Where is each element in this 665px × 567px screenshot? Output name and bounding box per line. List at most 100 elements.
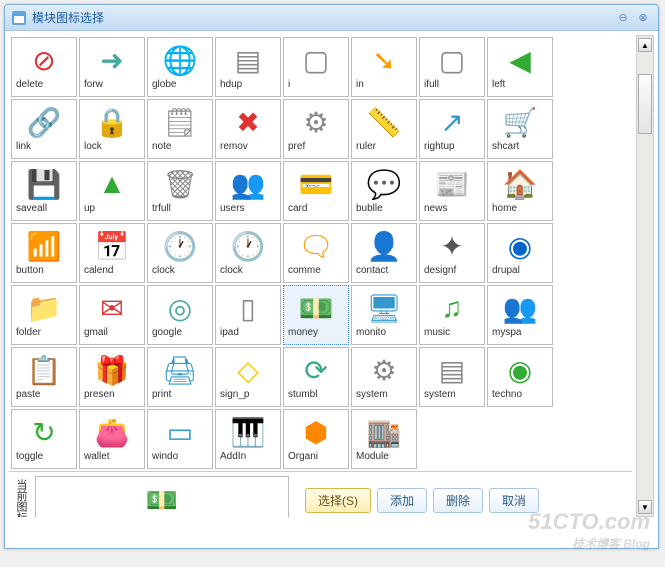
icon-cell-link[interactable]: 🔗link [11,99,77,159]
icon-label: system [352,389,416,400]
icon-cell-calend[interactable]: 📅calend [79,223,145,283]
icon-label: stumbl [284,389,348,400]
icon-cell-forw[interactable]: ➜forw [79,37,145,97]
icon-cell-news[interactable]: 📰news [419,161,485,221]
icon-cell-gmail[interactable]: ✉gmail [79,285,145,345]
icon-label: calend [80,265,144,276]
icon-cell-system[interactable]: ▤system [419,347,485,407]
icon-cell-up[interactable]: ▲up [79,161,145,221]
note-icon: 🗒 [162,104,198,140]
icon-label: toggle [12,451,76,462]
left-icon: ◀ [502,42,538,78]
icon-label: system [420,389,484,400]
icon-label: clock [148,265,212,276]
users-icon: 👥 [230,166,266,202]
scroll-down-button[interactable]: ▼ [638,500,652,514]
icon-cell-clock[interactable]: 🕐clock [215,223,281,283]
icon-grid: ⊘delete➜forw🌐globe▤hdup▢i➘in▢ifull◀left🔗… [9,35,632,471]
icon-label: remov [216,141,280,152]
monitor-icon: 🖥 [366,290,402,326]
window-title: 模块图标选择 [32,9,612,26]
icon-label: print [148,389,212,400]
icon-cell-windo[interactable]: ▭windo [147,409,213,469]
icon-cell-globe[interactable]: 🌐globe [147,37,213,97]
icon-cell-print[interactable]: 🖨print [147,347,213,407]
icon-cell-wallet[interactable]: 👛wallet [79,409,145,469]
add-button[interactable]: 添加 [377,488,427,513]
icon-cell-techno[interactable]: ◉techno [487,347,553,407]
icon-cell-saveall[interactable]: 💾saveall [11,161,77,221]
delete-icon: ⊘ [26,42,62,78]
system-icon: ⚙ [366,352,402,388]
rightup-icon: ↗ [434,104,470,140]
icon-cell-AddIn[interactable]: 🎹AddIn [215,409,281,469]
saveall-icon: 💾 [26,166,62,202]
icon-cell-i[interactable]: ▢i [283,37,349,97]
icon-label: monito [352,327,416,338]
icon-cell-delete[interactable]: ⊘delete [11,37,77,97]
icon-cell-clock[interactable]: 🕐clock [147,223,213,283]
icon-cell-drupal[interactable]: ◉drupal [487,223,553,283]
scroll-handle[interactable] [638,74,652,134]
techno-icon: ◉ [502,352,538,388]
icon-cell-Module[interactable]: 🏬Module [351,409,417,469]
icon-cell-ifull[interactable]: ▢ifull [419,37,485,97]
icon-cell-comme[interactable]: 🗨comme [283,223,349,283]
icon-label: ifull [420,79,484,90]
icon-cell-note[interactable]: 🗒note [147,99,213,159]
cancel-button[interactable]: 取消 [489,488,539,513]
icon-cell-shcart[interactable]: 🛒shcart [487,99,553,159]
icon-label: designf [420,265,484,276]
icon-cell-designf[interactable]: ✦designf [419,223,485,283]
close-button[interactable]: ⊗ [634,10,652,26]
icon-label: gmail [80,327,144,338]
comment-icon: 🗨 [298,228,334,264]
icon-cell-toggle[interactable]: ↻toggle [11,409,77,469]
wallet-icon: 👛 [94,414,130,450]
icon-label: globe [148,79,212,90]
icon-cell-folder[interactable]: 📁folder [11,285,77,345]
icon-cell-lock[interactable]: 🔒lock [79,99,145,159]
icon-cell-contact[interactable]: 👤contact [351,223,417,283]
icon-cell-Organi[interactable]: ⬢Organi [283,409,349,469]
select-button[interactable]: 选择(S) [305,488,371,513]
drupal-icon: ◉ [502,228,538,264]
scroll-up-button[interactable]: ▲ [638,38,652,52]
icon-cell-ipad[interactable]: ▯ipad [215,285,281,345]
icon-cell-sign_p[interactable]: ◇sign_p [215,347,281,407]
icon-cell-presen[interactable]: 🎁presen [79,347,145,407]
icon-cell-myspa[interactable]: 👥myspa [487,285,553,345]
google-icon: ◎ [162,290,198,326]
icon-cell-home[interactable]: 🏠home [487,161,553,221]
icon-cell-users[interactable]: 👥users [215,161,281,221]
icon-label: wallet [80,451,144,462]
icon-cell-trfull[interactable]: 🗑trfull [147,161,213,221]
organi-icon: ⬢ [298,414,334,450]
icon-label: google [148,327,212,338]
icon-cell-music[interactable]: ♫music [419,285,485,345]
icon-cell-in[interactable]: ➘in [351,37,417,97]
icon-cell-remov[interactable]: ✖remov [215,99,281,159]
delete-button[interactable]: 删除 [433,488,483,513]
current-icon-label: 当前图标 [13,479,29,518]
icon-cell-system[interactable]: ⚙system [351,347,417,407]
icon-cell-google[interactable]: ◎google [147,285,213,345]
icon-cell-button[interactable]: 📶button [11,223,77,283]
icon-cell-card[interactable]: 💳card [283,161,349,221]
icon-cell-hdup[interactable]: ▤hdup [215,37,281,97]
icon-cell-money[interactable]: 💵money [283,285,349,345]
icon-cell-bublle[interactable]: 💬bublle [351,161,417,221]
minimize-button[interactable]: ⊖ [614,10,632,26]
icon-cell-pref[interactable]: ⚙pref [283,99,349,159]
icon-cell-stumbl[interactable]: ⟳stumbl [283,347,349,407]
scroll-track[interactable] [638,54,652,498]
icon-cell-paste[interactable]: 📋paste [11,347,77,407]
icon-cell-monito[interactable]: 🖥monito [351,285,417,345]
icon-label: left [488,79,552,90]
trash-icon: 🗑 [162,166,198,202]
icon-cell-ruler[interactable]: 📏ruler [351,99,417,159]
icon-cell-rightup[interactable]: ↗rightup [419,99,485,159]
scrollbar[interactable]: ▲ ▼ [636,35,654,517]
icon-cell-left[interactable]: ◀left [487,37,553,97]
app-icon [11,10,27,26]
